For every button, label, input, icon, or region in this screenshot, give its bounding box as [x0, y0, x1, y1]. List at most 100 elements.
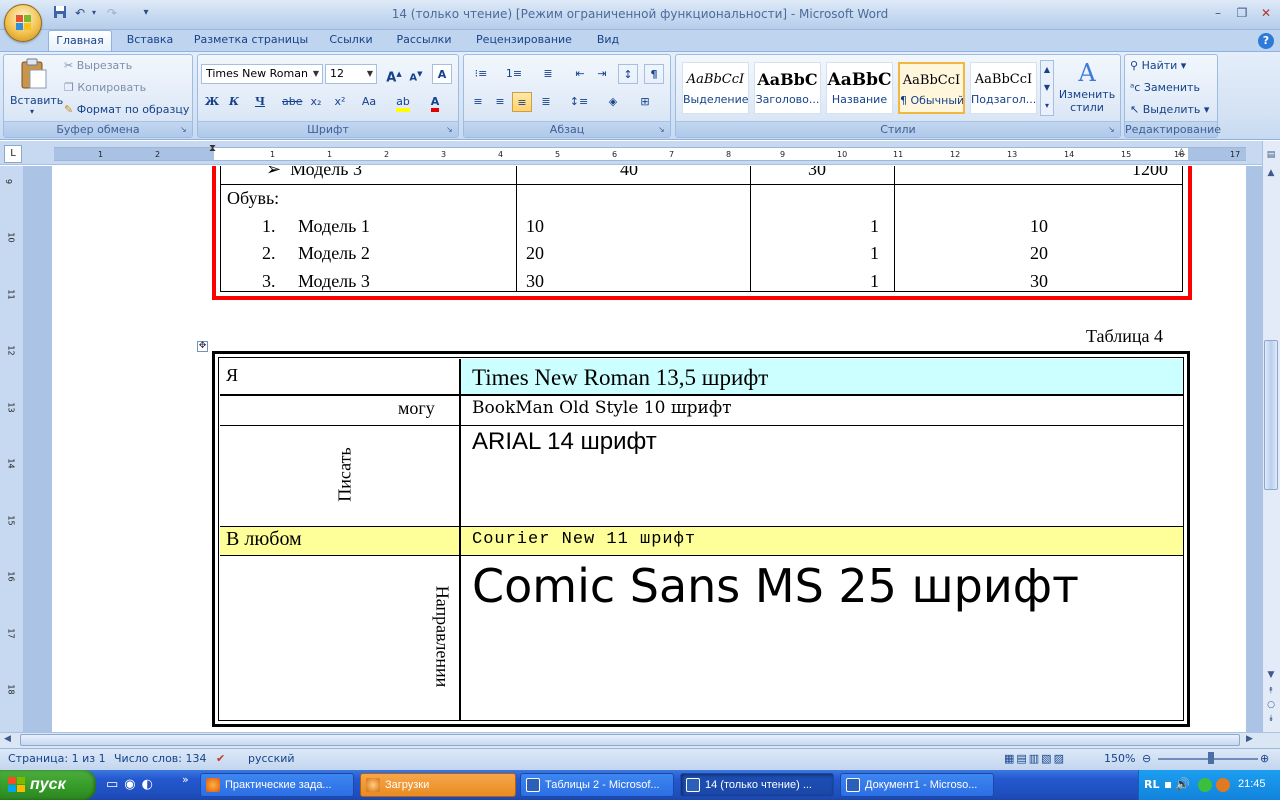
replace-button[interactable]: ᵃc Заменить	[1130, 81, 1200, 94]
borders-icon[interactable]: ⊞	[632, 92, 658, 112]
strikethrough-button[interactable]: abe	[282, 92, 303, 112]
zoom-level[interactable]: 150%	[1104, 752, 1135, 765]
indent-marker[interactable]: ⧗	[209, 143, 216, 154]
ruler-toggle-icon[interactable]: ▤	[1264, 148, 1278, 162]
align-center-icon[interactable]: ≡	[490, 92, 510, 112]
browse-object-icon[interactable]: ○	[1264, 698, 1278, 712]
numbering-icon[interactable]: 1≡	[500, 64, 528, 84]
zoom-slider-thumb[interactable]	[1208, 752, 1214, 764]
bold-button[interactable]: Ж	[202, 92, 222, 112]
tab-page-layout[interactable]: Разметка страницы	[190, 30, 312, 51]
scroll-right-icon[interactable]: ▶	[1246, 734, 1253, 744]
select-button[interactable]: ↖ Выделить ▾	[1130, 103, 1209, 116]
font-color-button[interactable]: A	[422, 92, 448, 112]
document-page[interactable]: ➢ Модель 3 40 30 1200 Обувь: 1. Модель 1…	[52, 166, 1246, 732]
word-count[interactable]: Число слов: 134	[114, 752, 207, 765]
table-move-handle[interactable]: ✥	[197, 341, 208, 352]
tab-selector[interactable]: L	[4, 145, 22, 163]
style-heading[interactable]: AaBbC Заголово...	[754, 62, 821, 114]
dialog-launcher-icon[interactable]: ↘	[180, 125, 190, 135]
quicklaunch-more-icon[interactable]: »	[182, 773, 189, 786]
multilevel-list-icon[interactable]: ≣	[534, 64, 562, 84]
underline-button[interactable]: Ч	[250, 92, 270, 112]
tray-app-icon[interactable]	[1216, 778, 1230, 792]
grow-font-button[interactable]: A▲	[384, 64, 404, 85]
taskbar-item-document1[interactable]: Документ1 - Microso...	[840, 773, 994, 797]
style-normal[interactable]: AaBbCcI ¶ Обычный	[898, 62, 965, 114]
window-title: 14 (только чтение) [Режим ограниченной ф…	[391, 7, 889, 21]
scroll-up-icon[interactable]: ▲	[1264, 166, 1278, 180]
help-icon[interactable]: ?	[1258, 33, 1274, 49]
highlighter-icon: ab	[396, 95, 410, 112]
scroll-thumb[interactable]	[1264, 340, 1278, 490]
scroll-left-icon[interactable]: ◀	[4, 734, 11, 744]
superscript-button[interactable]: x²	[330, 92, 350, 112]
change-styles-button[interactable]: A Изменить стили	[1058, 58, 1116, 120]
page-count[interactable]: Страница: 1 из 1	[8, 752, 106, 765]
italic-button[interactable]: К	[224, 92, 244, 112]
tray-icons[interactable]: ▪🔊	[1164, 777, 1193, 791]
zoom-out-icon[interactable]: ⊖	[1142, 752, 1151, 765]
style-title[interactable]: AaBbC Название	[826, 62, 893, 114]
shading-icon[interactable]: ◈	[600, 92, 626, 112]
cut-button[interactable]: ✂ Вырезать	[64, 59, 132, 72]
justify-icon[interactable]: ≣	[536, 92, 556, 112]
view-buttons[interactable]: ▦▤▥▧▨	[1004, 752, 1066, 765]
tab-mailings[interactable]: Рассылки	[390, 30, 458, 51]
subscript-button[interactable]: x₂	[306, 92, 326, 112]
shrink-font-button[interactable]: A▼	[406, 64, 426, 84]
taskbar-item-word-tables[interactable]: Таблицы 2 - Microsof...	[520, 773, 674, 797]
scroll-down-icon[interactable]: ▼	[1264, 668, 1278, 682]
editing-group-label: Редактирование	[1125, 121, 1221, 137]
tab-references[interactable]: Ссылки	[322, 30, 380, 51]
highlight-button[interactable]: ab	[390, 92, 416, 112]
align-right-icon[interactable]: ≡	[512, 92, 532, 112]
minimize-icon[interactable]: –	[1206, 4, 1230, 22]
font-name-box[interactable]: Times New Roman ▼	[201, 64, 323, 84]
font-size-box[interactable]: 12 ▼	[325, 64, 377, 84]
clear-format-icon[interactable]: A	[432, 64, 452, 84]
paste-button[interactable]: Вставить ▾	[10, 58, 63, 116]
align-left-icon[interactable]: ≡	[468, 92, 488, 112]
tab-home[interactable]: Главная	[48, 30, 112, 51]
increase-indent-icon[interactable]: ⇥	[592, 64, 612, 84]
taskbar-item-downloads[interactable]: Загрузки	[360, 773, 516, 797]
hscroll-thumb[interactable]	[20, 734, 1240, 746]
scissors-icon: ✂	[64, 59, 74, 72]
styles-scroll[interactable]: ▲ ▼ ▾	[1040, 60, 1054, 116]
show-marks-button[interactable]: ¶	[644, 64, 664, 84]
sort-icon[interactable]: ↕	[618, 64, 638, 84]
quicklaunch-icons[interactable]: ▭◉◐	[106, 777, 159, 792]
close-icon[interactable]: ✕	[1254, 4, 1278, 22]
format-painter-button[interactable]: ✎ Формат по образцу	[64, 103, 189, 116]
line-spacing-icon[interactable]: ↕≡	[566, 92, 592, 112]
language[interactable]: русский	[248, 752, 295, 765]
taskbar-item-firefox[interactable]: Практические зада...	[200, 773, 354, 797]
change-case-button[interactable]: Aa	[356, 92, 382, 112]
decrease-indent-icon[interactable]: ⇤	[570, 64, 590, 84]
table-cell: могу	[398, 398, 435, 418]
dialog-launcher-icon[interactable]: ↘	[658, 125, 668, 135]
style-subtitle[interactable]: AaBbCcI Подзагол...	[970, 62, 1037, 114]
table-cell: Courier New 11 шрифт	[472, 530, 697, 549]
tray-status-icon[interactable]	[1198, 778, 1212, 792]
tab-review[interactable]: Рецензирование	[468, 30, 580, 51]
office-button[interactable]	[4, 4, 42, 42]
spellcheck-icon[interactable]: ✔	[216, 752, 225, 765]
paste-dropdown-icon[interactable]: ▾	[30, 107, 34, 116]
copy-button[interactable]: ❐ Копировать	[64, 81, 146, 94]
bullets-icon[interactable]: ⁝≡	[468, 64, 494, 84]
language-indicator[interactable]: RL	[1144, 778, 1159, 791]
clipboard-group-label: Буфер обмена	[4, 121, 192, 137]
find-button[interactable]: ⚲ Найти ▾	[1130, 59, 1186, 72]
prev-page-icon[interactable]: ⯭	[1264, 684, 1278, 698]
dialog-launcher-icon[interactable]: ↘	[446, 125, 456, 135]
next-page-icon[interactable]: ⯯	[1264, 712, 1278, 726]
taskbar-item-word-14[interactable]: 14 (только чтение) ...	[680, 773, 834, 797]
restore-icon[interactable]: ❐	[1230, 4, 1254, 22]
tab-insert[interactable]: Вставка	[118, 30, 182, 51]
style-emphasis[interactable]: AaBbCcI Выделение	[682, 62, 749, 114]
dialog-launcher-icon[interactable]: ↘	[1108, 125, 1118, 135]
zoom-in-icon[interactable]: ⊕	[1260, 752, 1269, 765]
tab-view[interactable]: Вид	[588, 30, 628, 51]
